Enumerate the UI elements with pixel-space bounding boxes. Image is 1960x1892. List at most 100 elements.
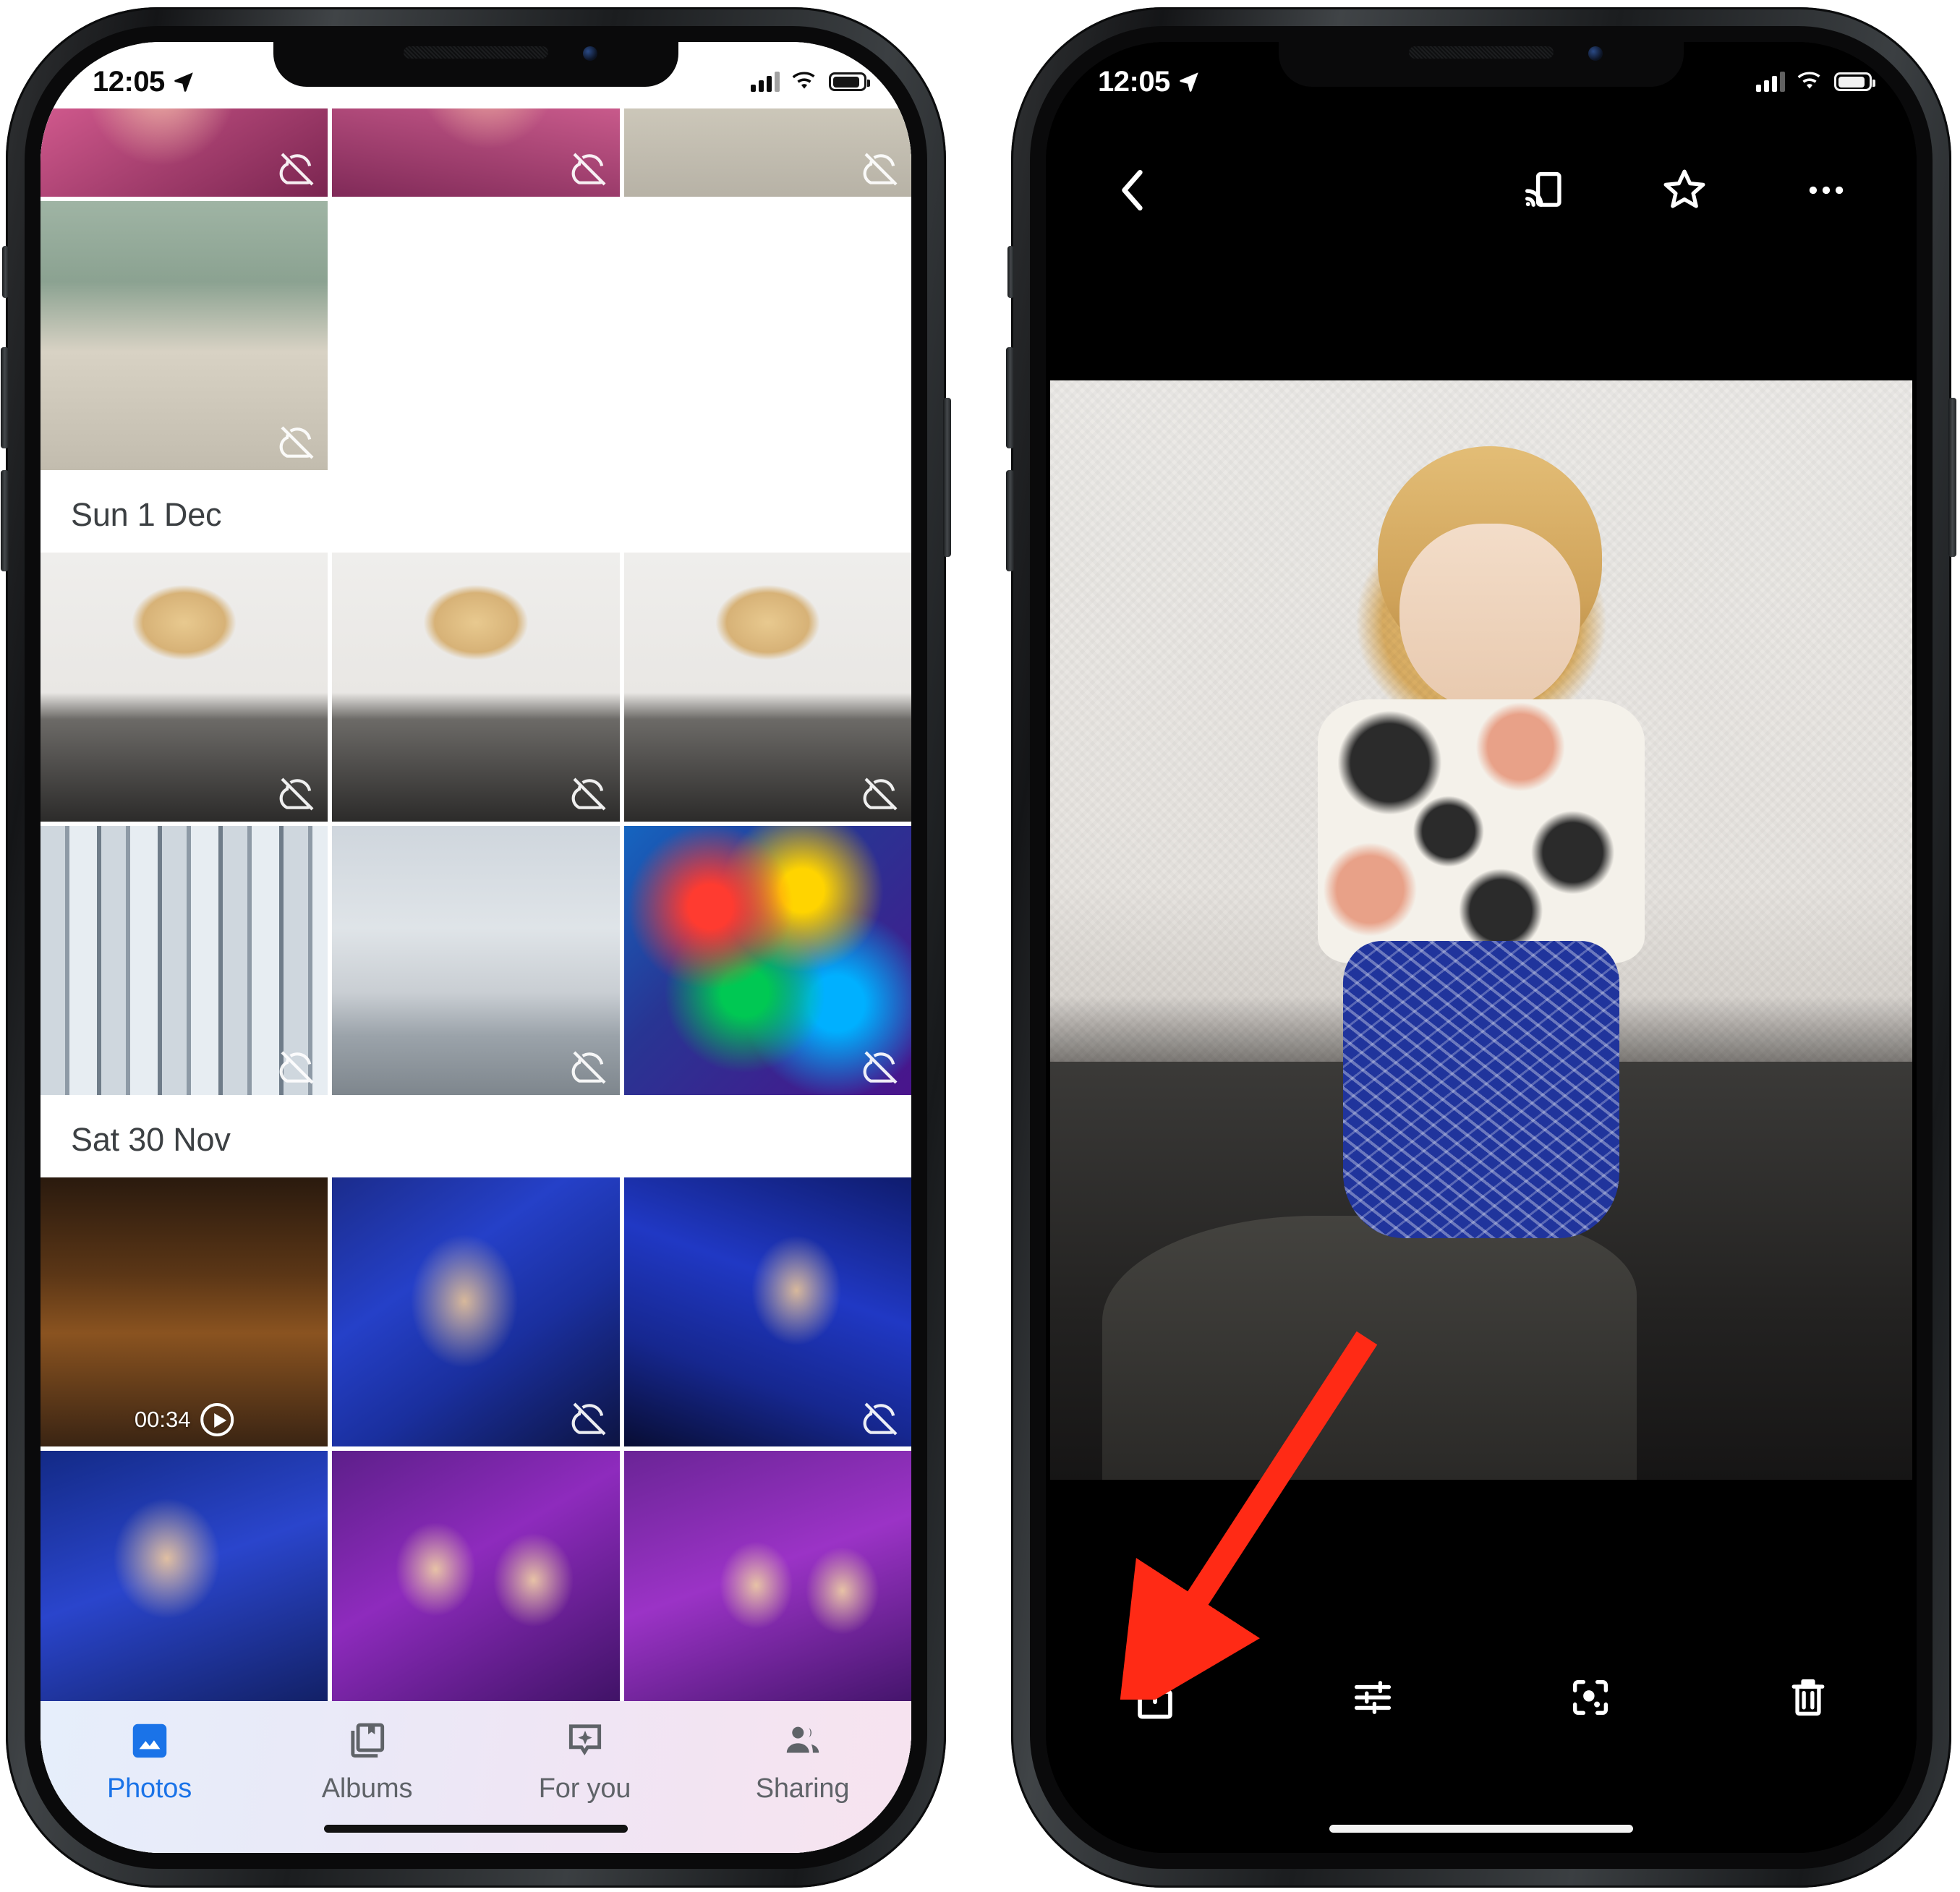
photo-subject-face xyxy=(1399,523,1581,710)
photo-viewer-image[interactable] xyxy=(1050,380,1912,1480)
location-arrow-icon xyxy=(1180,72,1198,92)
status-time-group: 12:05 xyxy=(1098,66,1201,98)
power-button[interactable] xyxy=(943,398,951,557)
cloud-off-icon xyxy=(571,153,606,186)
volume-up-button[interactable] xyxy=(1006,347,1014,448)
cloud-off-icon xyxy=(279,1051,314,1084)
photo-blanket xyxy=(1102,1216,1637,1480)
photo-thumbnail[interactable] xyxy=(332,1451,620,1720)
albums-book-icon xyxy=(350,1723,384,1758)
right-phone-screen: 12:05 xyxy=(1046,42,1917,1853)
mute-switch[interactable] xyxy=(1007,246,1014,298)
edit-sliders-icon xyxy=(1354,1681,1391,1714)
back-chevron-icon xyxy=(1122,169,1143,211)
cloud-off-icon xyxy=(571,1051,606,1084)
status-time: 12:05 xyxy=(93,65,165,98)
tab-for-you[interactable]: For you xyxy=(476,1718,694,1804)
tab-sharing-label: Sharing xyxy=(755,1773,850,1804)
video-thumbnail[interactable]: 00:34 xyxy=(41,1177,328,1446)
google-photos-app: Sun 1 Dec Sat 30 Nov 00:34 Photos Albums… xyxy=(41,42,911,1853)
status-icons-group xyxy=(751,72,870,92)
power-button[interactable] xyxy=(1948,398,1956,557)
photo-thumbnail[interactable] xyxy=(332,108,620,197)
tab-photos[interactable]: Photos xyxy=(41,1718,258,1804)
tab-albums[interactable]: Albums xyxy=(258,1718,476,1804)
home-indicator[interactable] xyxy=(324,1825,628,1833)
photo-image xyxy=(41,1451,328,1720)
cellular-signal-icon xyxy=(1756,72,1785,92)
lens-icon xyxy=(1572,1680,1608,1715)
photo-image xyxy=(623,1451,911,1720)
photo-thumbnail[interactable] xyxy=(623,1451,911,1720)
tab-photos-label: Photos xyxy=(106,1773,192,1804)
photo-thumbnail[interactable] xyxy=(332,826,620,1095)
earpiece-speaker xyxy=(404,46,548,59)
mute-switch[interactable] xyxy=(2,246,9,298)
photo-thumbnail[interactable] xyxy=(623,108,911,197)
front-camera xyxy=(1588,46,1603,61)
photo-grid-scroll[interactable]: Sun 1 Dec Sat 30 Nov 00:34 xyxy=(41,108,911,1853)
overflow-menu-button[interactable] xyxy=(1786,150,1866,230)
cloud-off-icon xyxy=(863,153,898,186)
for-you-sparkle-icon xyxy=(568,1724,601,1756)
photo-detail-view: 12:05 xyxy=(1046,42,1917,1853)
edit-button[interactable] xyxy=(1264,1658,1481,1737)
photo-row xyxy=(41,826,911,1095)
notch xyxy=(273,26,678,87)
wifi-icon xyxy=(792,72,815,89)
right-phone-device: 12:05 xyxy=(1006,7,1956,1888)
photo-row xyxy=(41,553,911,822)
share-button[interactable] xyxy=(1046,1658,1264,1737)
left-phone-screen: Sun 1 Dec Sat 30 Nov 00:34 Photos Albums… xyxy=(41,42,911,1853)
play-icon xyxy=(200,1403,234,1436)
photo-row xyxy=(41,201,911,470)
cloud-off-icon xyxy=(279,777,314,811)
location-arrow-icon xyxy=(174,72,193,92)
photo-detail-top-toolbar xyxy=(1046,136,1917,244)
cellular-signal-icon xyxy=(751,72,780,92)
photos-mountain-icon xyxy=(132,1723,166,1758)
photo-row xyxy=(41,1451,911,1720)
cloud-off-icon xyxy=(863,1051,898,1084)
photo-artwork xyxy=(1050,380,1912,1480)
cloud-off-icon xyxy=(863,1402,898,1436)
delete-button[interactable] xyxy=(1699,1658,1917,1737)
video-duration-badge: 00:34 xyxy=(135,1403,234,1436)
cast-button[interactable] xyxy=(1503,150,1582,230)
photo-thumbnail[interactable] xyxy=(41,1451,328,1720)
volume-down-button[interactable] xyxy=(1006,470,1014,571)
photo-detail-actions xyxy=(1503,150,1866,230)
tab-sharing[interactable]: Sharing xyxy=(694,1718,911,1804)
battery-icon xyxy=(829,72,870,91)
cloud-off-icon xyxy=(279,426,314,459)
photo-thumbnail[interactable] xyxy=(41,826,328,1095)
photo-row: 00:34 xyxy=(41,1177,911,1446)
favorite-button[interactable] xyxy=(1645,150,1724,230)
volume-up-button[interactable] xyxy=(1,347,9,448)
home-indicator[interactable] xyxy=(1329,1825,1633,1833)
left-phone-device: Sun 1 Dec Sat 30 Nov 00:34 Photos Albums… xyxy=(1,7,951,1888)
photo-thumbnail[interactable] xyxy=(41,108,328,197)
status-icons-group xyxy=(1756,72,1875,92)
photo-grid-empty-cell xyxy=(332,201,620,470)
back-button[interactable] xyxy=(1094,150,1173,230)
trash-icon xyxy=(1791,1679,1824,1716)
cloud-off-icon xyxy=(571,1402,606,1436)
right-phone-bezel: 12:05 xyxy=(1030,26,1933,1869)
photo-thumbnail[interactable] xyxy=(41,201,328,470)
photo-thumbnail[interactable] xyxy=(332,1177,620,1446)
wifi-icon xyxy=(1797,72,1820,89)
left-phone-bezel: Sun 1 Dec Sat 30 Nov 00:34 Photos Albums… xyxy=(25,26,927,1869)
photo-thumbnail[interactable] xyxy=(623,553,911,822)
photo-thumbnail[interactable] xyxy=(41,553,328,822)
photo-detail-bottom-toolbar xyxy=(1046,1643,1917,1752)
share-icon xyxy=(1137,1676,1172,1719)
photo-thumbnail[interactable] xyxy=(623,1177,911,1446)
photo-subject-pants xyxy=(1343,941,1619,1238)
volume-down-button[interactable] xyxy=(1,470,9,571)
lens-button[interactable] xyxy=(1481,1658,1699,1737)
photo-subject-shirt xyxy=(1317,699,1645,963)
photo-thumbnail[interactable] xyxy=(623,826,911,1095)
photo-grid-empty-cell xyxy=(623,201,911,470)
photo-thumbnail[interactable] xyxy=(332,553,620,822)
